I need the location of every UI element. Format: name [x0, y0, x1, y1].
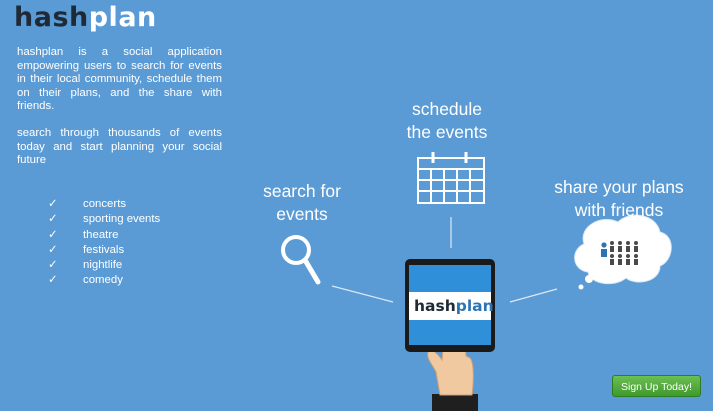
- search-events-label: search for events: [250, 180, 354, 226]
- connector-line-share: [509, 288, 558, 303]
- share-label-line2: with friends: [574, 200, 664, 220]
- connector-line-search: [331, 285, 394, 303]
- people-thought-bubble-icon: [574, 214, 672, 290]
- tablet-logo-plan: plan: [455, 297, 494, 315]
- tablet-screen-logo: hashplan: [414, 292, 494, 320]
- search-label-line1: search for: [263, 181, 341, 201]
- tablet-logo-hash: hash: [414, 297, 456, 315]
- schedule-events-label: schedule the events: [389, 98, 505, 144]
- share-label-line1: share your plans: [554, 177, 684, 197]
- calendar-icon: [417, 152, 485, 204]
- schedule-label-line1: schedule: [411, 99, 483, 119]
- share-plans-label: share your plans with friends: [538, 176, 700, 222]
- magnifier-icon: [281, 235, 321, 285]
- sign-up-button[interactable]: Sign Up Today!: [612, 375, 701, 397]
- schedule-label-line2: the events: [406, 122, 488, 142]
- search-label-line2: events: [276, 204, 328, 224]
